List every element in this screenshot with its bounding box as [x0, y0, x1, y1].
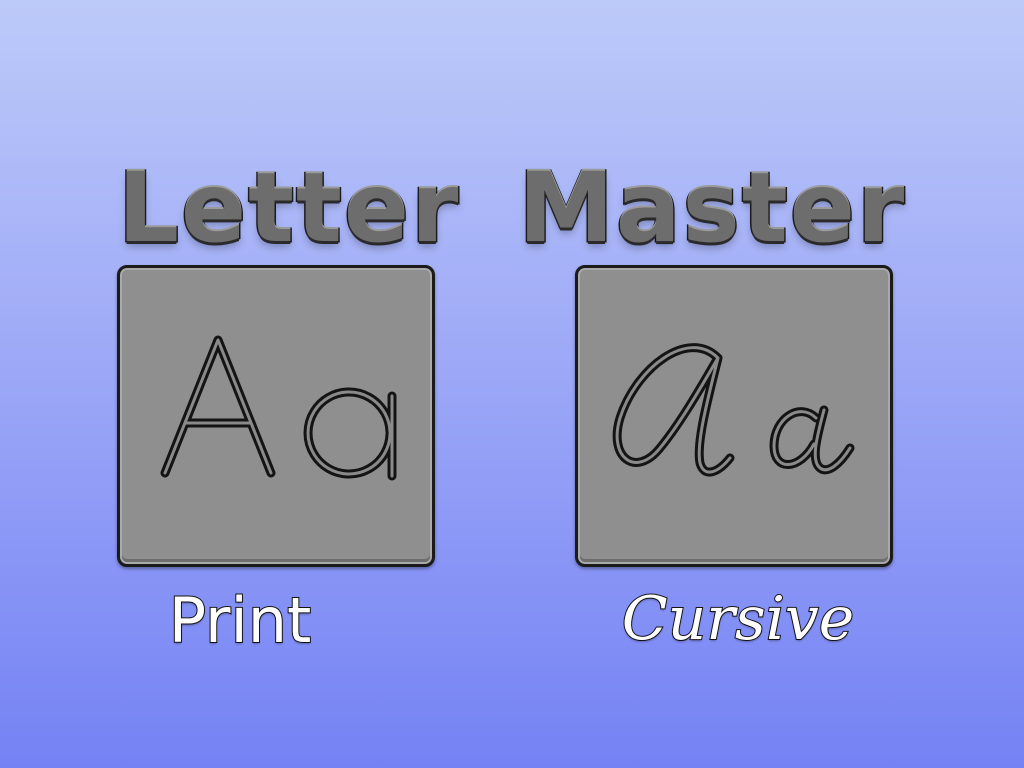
app-title-word-master: Master — [517, 151, 907, 266]
print-uppercase-a — [160, 335, 276, 478]
print-label[interactable]: Print — [81, 583, 399, 658]
app-title-word-letter: Letter — [116, 151, 461, 266]
cursive-lowercase-a — [769, 405, 855, 475]
cursive-uppercase-a — [612, 343, 735, 477]
print-lowercase-a — [303, 387, 397, 481]
print-mode-button[interactable] — [117, 265, 435, 567]
print-letters-icon — [160, 335, 397, 481]
cursive-label[interactable]: Cursive — [579, 583, 897, 655]
app-title: Letter Master — [0, 151, 1024, 266]
cursive-letters-icon — [612, 343, 855, 477]
cursive-mode-button[interactable] — [575, 265, 893, 567]
